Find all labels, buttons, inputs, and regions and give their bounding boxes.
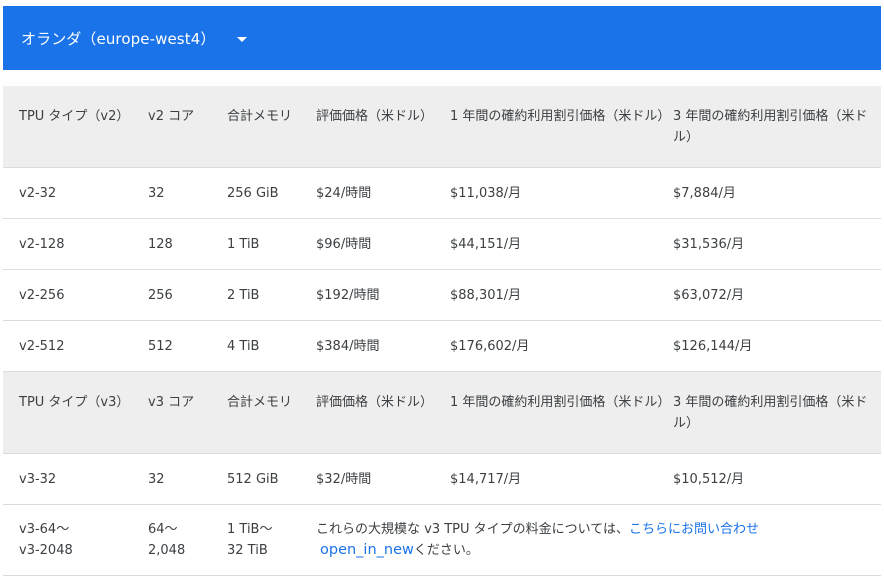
cell-one-year: $14,717/月 — [450, 472, 522, 487]
cell-cores: 64～ 2,048 — [148, 519, 218, 561]
header-three-year: 3 年間の確約利用割引価格（米ドル） — [673, 109, 868, 145]
cell-memory: 4 TiB — [227, 339, 260, 354]
region-selector[interactable]: オランダ（europe-west4） — [3, 6, 881, 70]
header-one-year: 1 年間の確約利用割引価格（米ドル） — [450, 395, 671, 410]
header-tpu-type: TPU タイプ（v2） — [19, 109, 130, 124]
cell-memory: 1 TiB～ 32 TiB — [227, 519, 311, 561]
region-label: オランダ（europe-west4） — [21, 29, 216, 48]
cell-three-year: $10,512/月 — [673, 472, 745, 487]
cell-line: 2,048 — [148, 543, 186, 558]
cell-eval-price: $384/時間 — [316, 339, 380, 354]
cell-memory: 2 TiB — [227, 288, 260, 303]
header-cores: v3 コア — [148, 395, 195, 410]
cell-line: 64～ — [148, 522, 178, 537]
pricing-table: TPU タイプ（v2） v2 コア 合計メモリ 評価価格（米ドル） 1 年間の確… — [3, 86, 881, 576]
table-row: v3-32 32 512 GiB $32/時間 $14,717/月 $10,51… — [3, 454, 881, 505]
header-eval-price: 評価価格（米ドル） — [316, 395, 434, 410]
cell-tpu-type: v2-512 — [19, 339, 65, 354]
cell-three-year: $7,884/月 — [673, 186, 736, 201]
arrow-drop-down-icon[interactable] — [237, 36, 248, 42]
table-header-v2: TPU タイプ（v2） v2 コア 合計メモリ 評価価格（米ドル） 1 年間の確… — [3, 86, 881, 168]
cell-eval-price: $192/時間 — [316, 288, 380, 303]
contact-link[interactable]: こちらにお問い合わせ — [629, 522, 759, 537]
table-header-v3: TPU タイプ（v3） v3 コア 合計メモリ 評価価格（米ドル） 1 年間の確… — [3, 372, 881, 454]
header-memory: 合計メモリ — [227, 109, 293, 124]
cell-tpu-type: v2-128 — [19, 237, 65, 252]
cell-memory: 256 GiB — [227, 186, 279, 201]
table-row: v2-256 256 2 TiB $192/時間 $88,301/月 $63,0… — [3, 270, 881, 321]
contact-note: これらの大規模な v3 TPU タイプの料金については、こちらにお問い合わせ op… — [316, 519, 836, 561]
table-row: v3-64～ v3-2048 64～ 2,048 1 TiB～ 32 TiB こ… — [3, 505, 881, 576]
cell-cores: 256 — [148, 288, 173, 303]
cell-one-year: $88,301/月 — [450, 288, 522, 303]
cell-eval-price: $24/時間 — [316, 186, 372, 201]
cell-tpu-type: v2-256 — [19, 288, 65, 303]
cell-memory: 1 TiB — [227, 237, 260, 252]
cell-cores: 32 — [148, 186, 165, 201]
header-eval-price: 評価価格（米ドル） — [316, 109, 434, 124]
header-cores: v2 コア — [148, 109, 195, 124]
cell-tpu-type: v3-32 — [19, 472, 57, 487]
contact-note-suffix: ください。 — [413, 543, 479, 558]
table-row: v2-512 512 4 TiB $384/時間 $176,602/月 $126… — [3, 321, 881, 372]
open-in-new-icon[interactable]: open_in_new — [320, 542, 414, 558]
cell-line: 32 TiB — [227, 543, 268, 558]
cell-cores: 32 — [148, 472, 165, 487]
header-three-year: 3 年間の確約利用割引価格（米ドル） — [673, 395, 868, 431]
cell-three-year: $31,536/月 — [673, 237, 745, 252]
cell-line: v3-2048 — [19, 543, 73, 558]
header-memory: 合計メモリ — [227, 395, 293, 410]
cell-memory: 512 GiB — [227, 472, 279, 487]
header-one-year: 1 年間の確約利用割引価格（米ドル） — [450, 109, 671, 124]
cell-one-year: $176,602/月 — [450, 339, 530, 354]
header-tpu-type: TPU タイプ（v3） — [19, 395, 130, 410]
cell-one-year: $44,151/月 — [450, 237, 522, 252]
cell-eval-price: $96/時間 — [316, 237, 372, 252]
cell-one-year: $11,038/月 — [450, 186, 522, 201]
contact-note-prefix: これらの大規模な v3 TPU タイプの料金については、 — [316, 522, 630, 537]
cell-three-year: $126,144/月 — [673, 339, 753, 354]
cell-line: v3-64～ — [19, 522, 70, 537]
cell-tpu-type: v3-64～ v3-2048 — [19, 519, 137, 561]
cell-eval-price: $32/時間 — [316, 472, 372, 487]
cell-cores: 512 — [148, 339, 173, 354]
cell-line: 1 TiB～ — [227, 522, 273, 537]
table-row: v2-128 128 1 TiB $96/時間 $44,151/月 $31,53… — [3, 219, 881, 270]
cell-tpu-type: v2-32 — [19, 186, 57, 201]
table-row: v2-32 32 256 GiB $24/時間 $11,038/月 $7,884… — [3, 168, 881, 219]
cell-three-year: $63,072/月 — [673, 288, 745, 303]
cell-cores: 128 — [148, 237, 173, 252]
